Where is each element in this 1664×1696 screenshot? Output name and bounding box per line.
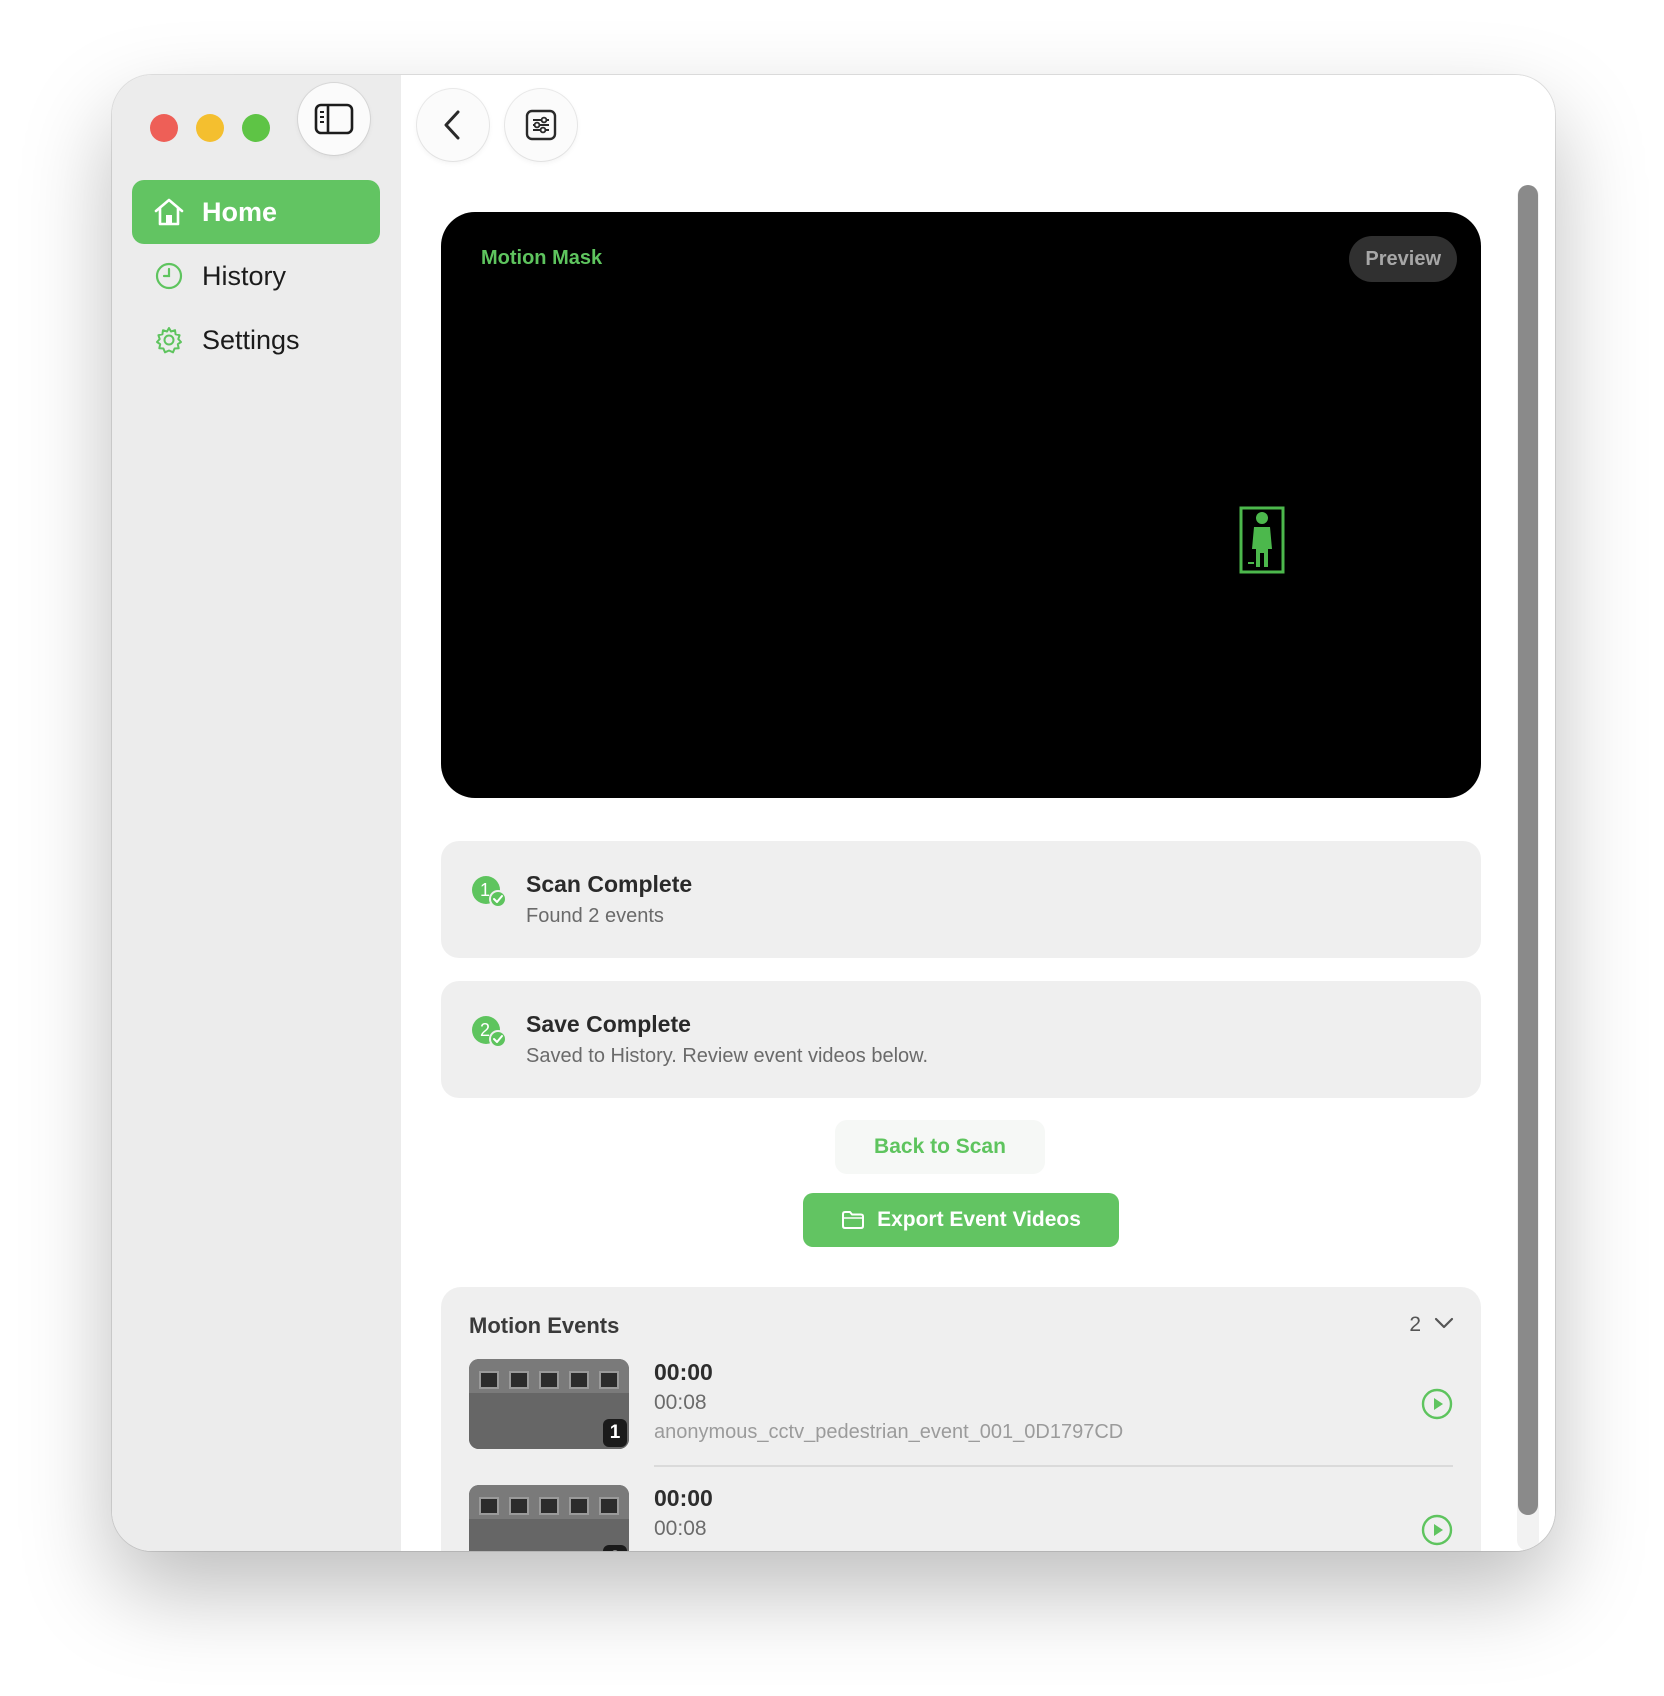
row-divider	[654, 1465, 1453, 1467]
sliders-icon	[525, 109, 557, 141]
motion-mask-figure	[1238, 505, 1286, 580]
export-button-label: Export Event Videos	[877, 1208, 1081, 1231]
window-controls	[150, 114, 270, 142]
scrollbar[interactable]	[1517, 185, 1539, 1551]
sidebar-item-settings[interactable]: Settings	[132, 308, 380, 372]
step-complete-icon: 2	[471, 1015, 507, 1054]
event-thumbnail[interactable]: 2	[469, 1485, 629, 1551]
home-icon	[152, 195, 186, 229]
step-title: Save Complete	[526, 1011, 691, 1037]
gear-icon	[152, 323, 186, 357]
step-number: 1	[480, 880, 490, 900]
minimize-window-button[interactable]	[196, 114, 224, 142]
step-title: Scan Complete	[526, 871, 693, 897]
export-event-videos-button[interactable]: Export Event Videos	[803, 1193, 1119, 1247]
event-start-time: 00:00	[654, 1359, 713, 1385]
folder-icon	[841, 1210, 865, 1230]
motion-events-panel: Motion Events 2 1 00:00 00:08 anonymous_…	[441, 1287, 1481, 1551]
event-row[interactable]: 2 00:00 00:08	[469, 1485, 1453, 1551]
sidebar-item-home[interactable]: Home	[132, 180, 380, 244]
event-thumbnail[interactable]: 1	[469, 1359, 629, 1449]
event-row[interactable]: 1 00:00 00:08 anonymous_cctv_pedestrian_…	[469, 1359, 1453, 1467]
event-duration: 00:08	[654, 1517, 707, 1540]
sidebar-toggle-icon	[314, 103, 354, 135]
event-duration: 00:08	[654, 1391, 707, 1414]
sidebar: Home History Settings	[112, 75, 401, 1551]
video-preview[interactable]: Motion Mask Preview	[441, 212, 1481, 798]
sidebar-item-history[interactable]: History	[132, 244, 380, 308]
sidebar-item-label: Home	[202, 196, 278, 227]
video-title: Motion Mask	[481, 247, 603, 269]
chevron-left-icon	[444, 110, 460, 140]
app-window: Home History Settings Motion Mask Previe…	[112, 75, 1555, 1551]
filter-settings-button[interactable]	[505, 89, 577, 161]
step-card-scan: 1 Scan Complete Found 2 events	[441, 841, 1481, 958]
clock-icon	[152, 259, 186, 293]
play-icon[interactable]	[1421, 1388, 1453, 1425]
event-index-badge: 1	[603, 1419, 627, 1447]
sidebar-item-label: History	[202, 260, 287, 291]
back-nav-button[interactable]	[417, 89, 489, 161]
sidebar-nav: Home History Settings	[132, 180, 380, 372]
chevron-down-icon[interactable]	[1433, 1315, 1455, 1336]
sidebar-item-label: Settings	[202, 324, 300, 355]
step-number: 2	[480, 1020, 490, 1040]
events-title: Motion Events	[469, 1313, 620, 1338]
events-count: 2	[1409, 1313, 1421, 1336]
back-to-scan-button[interactable]: Back to Scan	[835, 1120, 1045, 1174]
preview-toggle-button[interactable]: Preview	[1349, 236, 1457, 282]
play-icon[interactable]	[1421, 1514, 1453, 1551]
main-content: Motion Mask Preview 1 Scan Complete Foun…	[401, 75, 1555, 1551]
step-card-save: 2 Save Complete Saved to History. Review…	[441, 981, 1481, 1098]
event-filename: anonymous_cctv_pedestrian_event_001_0D17…	[654, 1421, 1124, 1443]
toggle-sidebar-button[interactable]	[298, 83, 370, 155]
event-index-badge: 2	[603, 1545, 627, 1551]
zoom-window-button[interactable]	[242, 114, 270, 142]
step-complete-icon: 1	[471, 875, 507, 914]
step-subtitle: Found 2 events	[526, 905, 664, 927]
close-window-button[interactable]	[150, 114, 178, 142]
step-subtitle: Saved to History. Review event videos be…	[526, 1045, 929, 1067]
event-start-time: 00:00	[654, 1485, 713, 1511]
scrollbar-thumb[interactable]	[1518, 185, 1538, 1515]
